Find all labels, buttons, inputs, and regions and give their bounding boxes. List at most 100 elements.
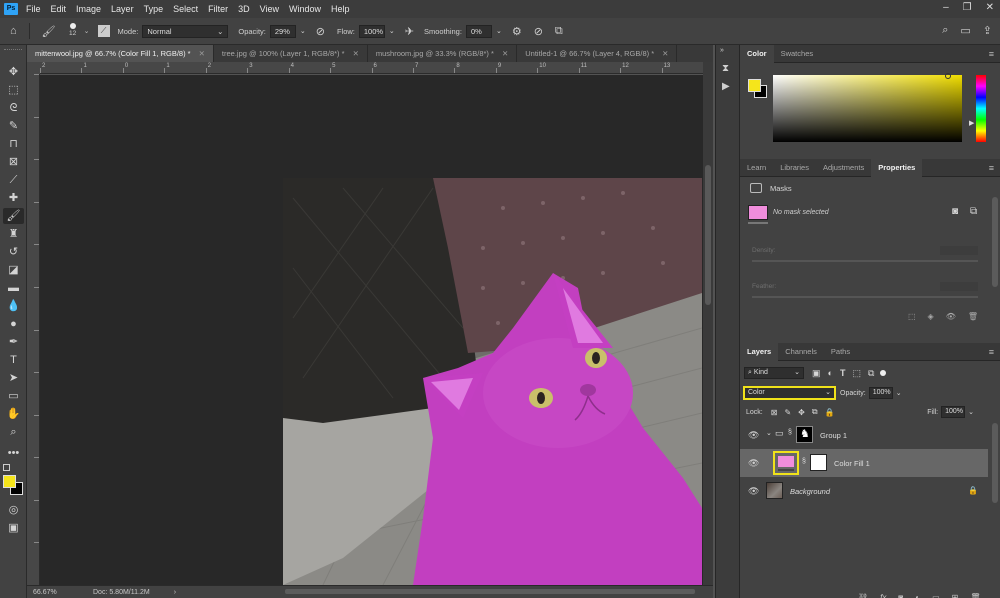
- fx-icon[interactable]: fx: [880, 593, 886, 598]
- group-mask-thumbnail[interactable]: ♞: [796, 426, 813, 443]
- tab-mittenwool[interactable]: mittenwool.jpg @ 66.7% (Color Fill 1, RG…: [27, 45, 214, 62]
- close-window-button[interactable]: ✕: [986, 2, 994, 13]
- chevron-down-icon[interactable]: ⌄: [300, 27, 306, 35]
- flow-input[interactable]: 100%: [358, 24, 385, 38]
- expand-arrow-icon[interactable]: ⌄: [766, 429, 772, 437]
- dodge-tool-icon[interactable]: ●: [3, 316, 24, 332]
- default-colors-icon[interactable]: [3, 464, 10, 471]
- filter-smart-object-icon[interactable]: ⧉: [868, 368, 874, 379]
- edit-toolbar-icon[interactable]: •••: [3, 445, 24, 461]
- lock-position-icon[interactable]: ✥: [798, 408, 805, 417]
- tab-learn[interactable]: Learn: [740, 159, 773, 177]
- lock-artboard-icon[interactable]: ⧉: [812, 407, 818, 417]
- chain-link-icon[interactable]: §: [788, 429, 792, 436]
- filter-type-icon[interactable]: T: [840, 368, 846, 378]
- pen-tool-icon[interactable]: ✒: [3, 334, 24, 350]
- tab-swatches[interactable]: Swatches: [774, 45, 821, 63]
- brush-preset-picker[interactable]: 12: [62, 20, 84, 42]
- pixel-mask-icon[interactable]: ◙: [952, 206, 958, 217]
- tab-paths[interactable]: Paths: [824, 343, 857, 361]
- rectangle-tool-icon[interactable]: ▭: [3, 388, 24, 404]
- type-tool-icon[interactable]: T: [3, 352, 24, 368]
- tab-tree[interactable]: tree.jpg @ 100% (Layer 1, RGB/8*) * ✕: [214, 45, 368, 62]
- layers-scrollbar[interactable]: [992, 423, 998, 503]
- quick-mask-icon[interactable]: ◎: [3, 502, 24, 518]
- blend-mode-select[interactable]: Color ⌄: [743, 386, 836, 400]
- menu-filter[interactable]: Filter: [208, 4, 228, 14]
- ruler-origin[interactable]: [27, 62, 40, 74]
- menu-file[interactable]: File: [26, 4, 41, 14]
- menu-layer[interactable]: Layer: [111, 4, 134, 14]
- home-icon[interactable]: ⌂: [10, 25, 17, 37]
- close-icon[interactable]: ✕: [502, 49, 508, 58]
- visibility-eye-icon[interactable]: 👁: [748, 430, 759, 441]
- hue-slider[interactable]: [976, 75, 986, 142]
- tab-channels[interactable]: Channels: [778, 343, 824, 361]
- move-tool-icon[interactable]: ✥: [3, 64, 24, 80]
- layer-row-color-fill-1[interactable]: 👁 § Color Fill 1: [740, 449, 988, 477]
- gear-icon[interactable]: ⚙: [512, 25, 522, 38]
- visibility-icon[interactable]: 👁: [946, 312, 956, 321]
- chevron-down-icon[interactable]: ⌄: [389, 27, 395, 35]
- filter-adjustment-icon[interactable]: ◐: [828, 368, 833, 378]
- zoom-level[interactable]: 66.67%: [33, 589, 73, 596]
- horizontal-ruler[interactable]: 2 1 0 1 2 3 4 5 6 7 8 9 10 11 12 13: [40, 62, 703, 74]
- menu-help[interactable]: Help: [331, 4, 350, 14]
- new-group-icon[interactable]: ▭: [932, 593, 940, 598]
- layer-fill-input[interactable]: 100%: [941, 406, 966, 418]
- collapse-dock-icon[interactable]: »: [720, 47, 724, 54]
- canvas-vertical-scrollbar[interactable]: [703, 62, 713, 585]
- lasso-tool-icon[interactable]: ᘓ: [3, 100, 24, 116]
- menu-image[interactable]: Image: [76, 4, 101, 14]
- new-layer-icon[interactable]: ⊞: [952, 593, 959, 598]
- lock-transparent-icon[interactable]: ⊠: [771, 408, 778, 417]
- smoothing-input[interactable]: 0%: [465, 24, 492, 38]
- chevron-down-icon[interactable]: ⌄: [968, 408, 974, 416]
- history-brush-tool-icon[interactable]: ↺: [3, 244, 24, 260]
- tab-untitled-1[interactable]: Untitled-1 @ 66.7% (Layer 4, RGB/8) * ✕: [517, 45, 678, 62]
- panel-menu-icon[interactable]: ≡: [989, 49, 994, 59]
- crop-tool-icon[interactable]: ⊓: [3, 136, 24, 152]
- canvas-horizontal-scrollbar[interactable]: [285, 589, 695, 594]
- close-icon[interactable]: ✕: [199, 49, 205, 58]
- layer-row-group-1[interactable]: 👁 ⌄ ▭ § ♞ Group 1: [740, 421, 988, 449]
- layer-filter-select[interactable]: ⌕ Kind ⌄: [744, 367, 804, 379]
- visibility-eye-icon[interactable]: 👁: [748, 486, 759, 497]
- blur-tool-icon[interactable]: 💧: [3, 298, 24, 314]
- chevron-down-icon[interactable]: ⌄: [84, 27, 90, 35]
- fg-color-swatch[interactable]: [748, 79, 761, 92]
- symmetry-icon[interactable]: ⧉: [555, 25, 563, 38]
- tab-properties[interactable]: Properties: [871, 158, 923, 177]
- filter-shape-icon[interactable]: ⬚: [852, 368, 861, 379]
- pressure-opacity-icon[interactable]: ⊘: [316, 25, 325, 38]
- trash-icon[interactable]: 🗑: [968, 312, 978, 321]
- zoom-tool-icon[interactable]: ⌕: [3, 424, 24, 440]
- tab-mushroom[interactable]: mushroom.jpg @ 33.3% (RGB/8*) * ✕: [368, 45, 518, 62]
- brush-settings-icon[interactable]: ⟋: [97, 25, 110, 37]
- status-menu-arrow[interactable]: ›: [174, 589, 176, 596]
- background-thumbnail[interactable]: [766, 482, 783, 499]
- menu-type[interactable]: Type: [144, 4, 164, 14]
- tab-libraries[interactable]: Libraries: [773, 159, 816, 177]
- menu-edit[interactable]: Edit: [51, 4, 67, 14]
- properties-scrollbar[interactable]: [992, 197, 998, 287]
- layer-row-background[interactable]: 👁 Background 🔒: [740, 477, 988, 505]
- history-panel-icon[interactable]: ⧗: [722, 63, 729, 74]
- adjustment-layer-icon[interactable]: ◐: [915, 593, 920, 598]
- close-icon[interactable]: ✕: [662, 49, 668, 58]
- marquee-tool-icon[interactable]: ⬚: [3, 82, 24, 98]
- screen-mode-icon[interactable]: ▣: [3, 520, 24, 536]
- vector-mask-icon[interactable]: ⧉: [970, 206, 977, 217]
- search-icon[interactable]: ⌕: [942, 24, 948, 37]
- chevron-down-icon[interactable]: ⌄: [496, 27, 502, 35]
- opacity-input[interactable]: 29%: [269, 24, 296, 38]
- frame-tool-icon[interactable]: ⊠: [3, 154, 24, 170]
- lock-all-icon[interactable]: 🔒: [825, 408, 835, 417]
- workspace-icon[interactable]: ▭: [960, 24, 970, 37]
- actions-panel-icon[interactable]: ▶: [722, 81, 730, 92]
- menu-window[interactable]: Window: [289, 4, 321, 14]
- menu-3d[interactable]: 3D: [238, 4, 250, 14]
- trash-icon[interactable]: 🗑: [970, 593, 980, 598]
- tab-layers[interactable]: Layers: [740, 342, 779, 361]
- brush-tool-icon[interactable]: 🖌: [42, 25, 56, 38]
